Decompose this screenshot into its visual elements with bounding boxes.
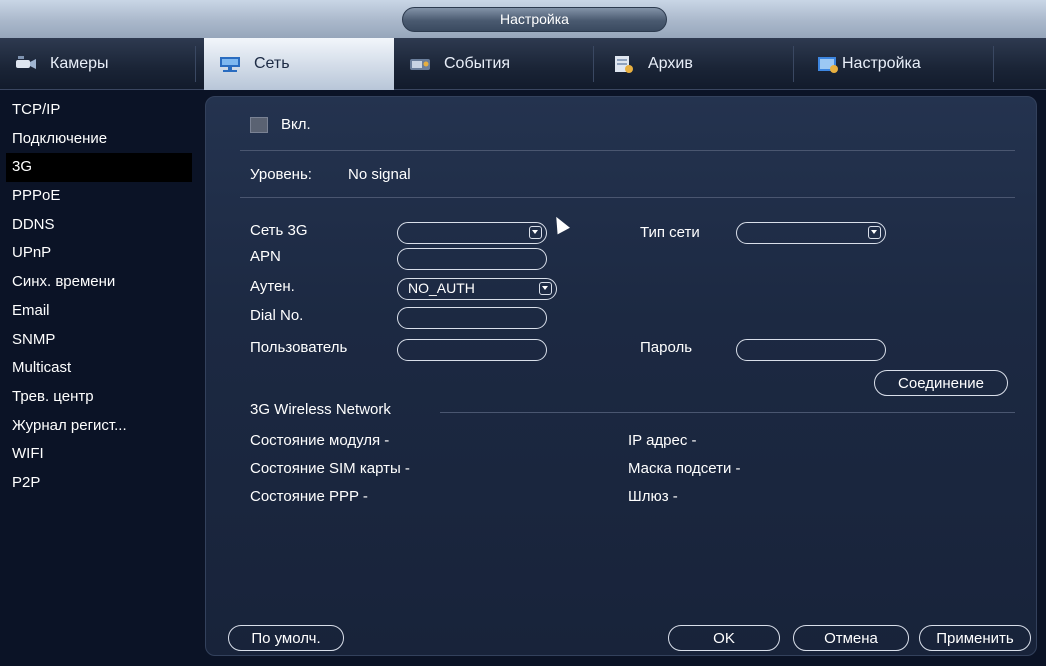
sidebar-item-email[interactable]: Email	[6, 297, 192, 326]
apn-field[interactable]	[397, 248, 547, 270]
camera-icon	[14, 54, 38, 74]
enable-label: Вкл.	[281, 116, 311, 133]
divider	[440, 412, 1015, 413]
level-label: Уровень:	[250, 166, 312, 183]
net3g-label: Сеть 3G	[250, 222, 308, 239]
net-type-label: Тип сети	[640, 224, 700, 241]
net3g-select[interactable]	[397, 222, 547, 244]
tab-events-label: События	[444, 55, 511, 72]
subnet-mask: Маска подсети -	[628, 460, 741, 477]
sidebar-item-pppoe[interactable]: PPPoE	[6, 182, 192, 211]
auth-select-value: NO_AUTH	[408, 280, 475, 296]
ok-button[interactable]: OK	[668, 625, 780, 651]
chevron-down-icon	[868, 226, 881, 239]
user-field[interactable]	[397, 339, 547, 361]
enable-checkbox[interactable]	[250, 117, 268, 133]
tab-network[interactable]: Сеть	[204, 38, 394, 90]
module-state: Состояние модуля -	[250, 432, 390, 449]
divider	[240, 197, 1015, 198]
sidebar-item-3g[interactable]: 3G	[6, 153, 192, 183]
tab-settings-label: Настройка	[842, 55, 921, 72]
connect-button[interactable]: Соединение	[874, 370, 1008, 396]
sim-state: Состояние SIM карты -	[250, 460, 410, 477]
events-icon	[408, 54, 432, 74]
settings-icon	[816, 54, 840, 74]
archive-icon	[612, 54, 636, 74]
apn-label: APN	[250, 248, 281, 265]
user-label: Пользователь	[250, 339, 348, 356]
gateway: Шлюз -	[628, 488, 678, 505]
sidebar-item-multicast[interactable]: Multicast	[6, 354, 192, 383]
level-value: No signal	[348, 166, 411, 183]
tab-cameras[interactable]: Камеры	[0, 38, 196, 90]
tab-network-label: Сеть	[254, 55, 290, 72]
tab-settings[interactable]: Настройка	[794, 38, 994, 90]
cancel-button[interactable]: Отмена	[793, 625, 909, 651]
net-type-select[interactable]	[736, 222, 886, 244]
tab-archive-label: Архив	[648, 55, 693, 72]
auth-label: Аутен.	[250, 278, 295, 295]
title-bar: Настройка	[0, 0, 1046, 38]
default-button[interactable]: По умолч.	[228, 625, 344, 651]
network-icon	[218, 54, 242, 74]
sidebar-item-time-sync[interactable]: Синх. времени	[6, 268, 192, 297]
sidebar-item-p2p[interactable]: P2P	[6, 469, 192, 498]
password-field[interactable]	[736, 339, 886, 361]
divider	[240, 150, 1015, 151]
sidebar-item-log[interactable]: Журнал регист...	[6, 412, 192, 441]
sidebar-item-wifi[interactable]: WIFI	[6, 440, 192, 469]
auth-select[interactable]: NO_AUTH	[397, 278, 557, 300]
tab-events[interactable]: События	[394, 38, 594, 90]
tab-cameras-label: Камеры	[50, 55, 109, 72]
dial-number-field[interactable]	[397, 307, 547, 329]
main-tab-bar: Камеры Сеть События Архив Настройка	[0, 38, 1046, 90]
sidebar-item-alarm-center[interactable]: Трев. центр	[6, 383, 192, 412]
settings-window: Настройка Камеры Сеть События Архив Наст…	[0, 0, 1046, 666]
sidebar-item-ddns[interactable]: DDNS	[6, 211, 192, 240]
window-title: Настройка	[402, 7, 667, 32]
sidebar-item-upnp[interactable]: UPnP	[6, 239, 192, 268]
sidebar-item-connection[interactable]: Подключение	[6, 125, 192, 154]
sidebar-item-tcpip[interactable]: TCP/IP	[6, 96, 192, 125]
sidebar-menu: TCP/IP Подключение 3G PPPoE DDNS UPnP Си…	[6, 96, 192, 498]
wireless-section-title: 3G Wireless Network	[250, 401, 391, 418]
password-label: Пароль	[640, 339, 693, 356]
ppp-state: Состояние PPP -	[250, 488, 368, 505]
apply-button[interactable]: Применить	[919, 625, 1031, 651]
ip-address: IP адрес -	[628, 432, 697, 449]
tab-separator	[993, 46, 994, 82]
chevron-down-icon	[539, 282, 552, 295]
dial-label: Dial No.	[250, 307, 304, 324]
sidebar-item-snmp[interactable]: SNMP	[6, 326, 192, 355]
chevron-down-icon	[529, 226, 542, 239]
tab-archive[interactable]: Архив	[594, 38, 794, 90]
tab-separator	[195, 46, 196, 82]
